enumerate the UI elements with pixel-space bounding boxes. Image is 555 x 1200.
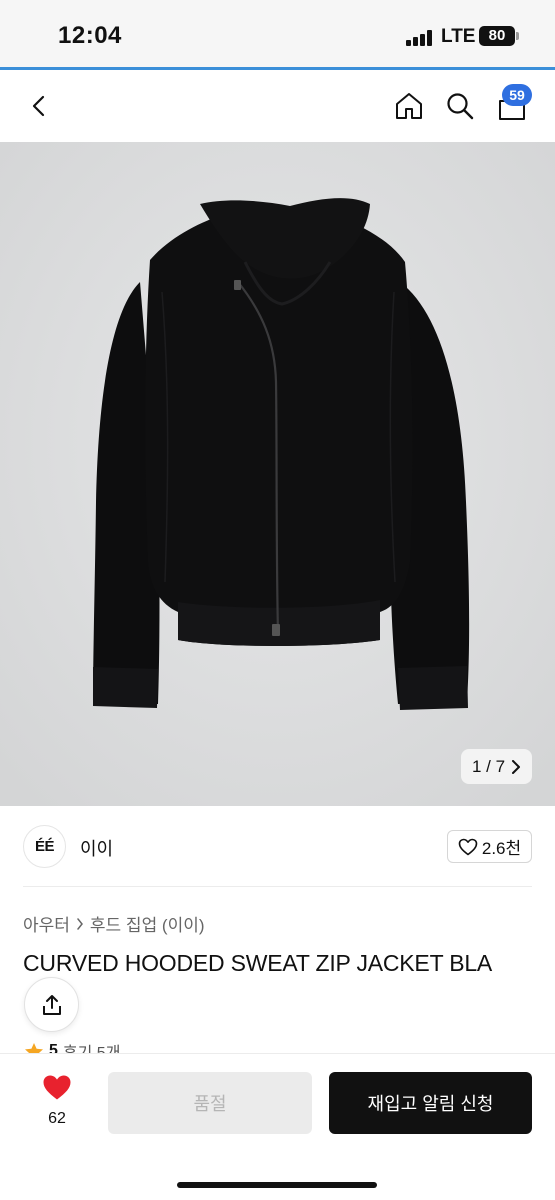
breadcrumb: 아우터 후드 집업 (이이) [23,911,205,936]
search-icon [447,93,474,120]
back-button[interactable] [20,86,60,126]
wish-button[interactable]: 62 [36,1074,78,1128]
status-time: 12:04 [58,22,122,49]
divider [23,886,532,887]
brand-logo-text: ÉÉ [34,838,55,855]
battery-icon: 80 [479,26,515,46]
battery-tip [516,32,519,40]
brand-logo[interactable]: ÉÉ [23,825,66,868]
nav-bar [0,70,555,142]
cart-count-badge: 59 [502,84,532,106]
product-title: CURVED HOODED SWEAT ZIP JACKET BLA [23,950,493,976]
home-button[interactable] [389,86,429,126]
share-icon [42,994,61,1015]
breadcrumb-subcategory[interactable]: 후드 집업 (이이) [90,911,205,936]
brand-like-button[interactable]: 2.6천 [447,830,532,863]
chevron-right-icon [512,759,521,774]
brand-like-count: 2.6천 [481,839,522,858]
brand-name[interactable]: 이이 [80,835,113,861]
image-counter[interactable]: 1 / 7 [461,749,532,784]
network-label: LTE [441,26,476,47]
chevron-right-icon [77,917,83,930]
home-icon [396,93,422,119]
image-counter-text: 1 / 7 [471,756,506,776]
search-button[interactable] [440,86,480,126]
product-image[interactable] [0,142,555,806]
status-bar: 12:04 LTE 80 [0,0,555,68]
signal-icon [406,30,434,46]
heart-filled-icon [43,1075,71,1100]
home-indicator [177,1182,377,1188]
heart-outline-icon [458,838,478,855]
hoodie-photo [0,142,555,806]
soldout-button[interactable]: 품절 [108,1072,312,1134]
breadcrumb-category[interactable]: 아우터 [23,911,70,936]
wish-count: 62 [48,1110,66,1127]
restock-alert-button[interactable]: 재입고 알림 신청 [329,1072,532,1134]
back-icon [32,95,45,117]
share-button[interactable] [24,977,79,1032]
